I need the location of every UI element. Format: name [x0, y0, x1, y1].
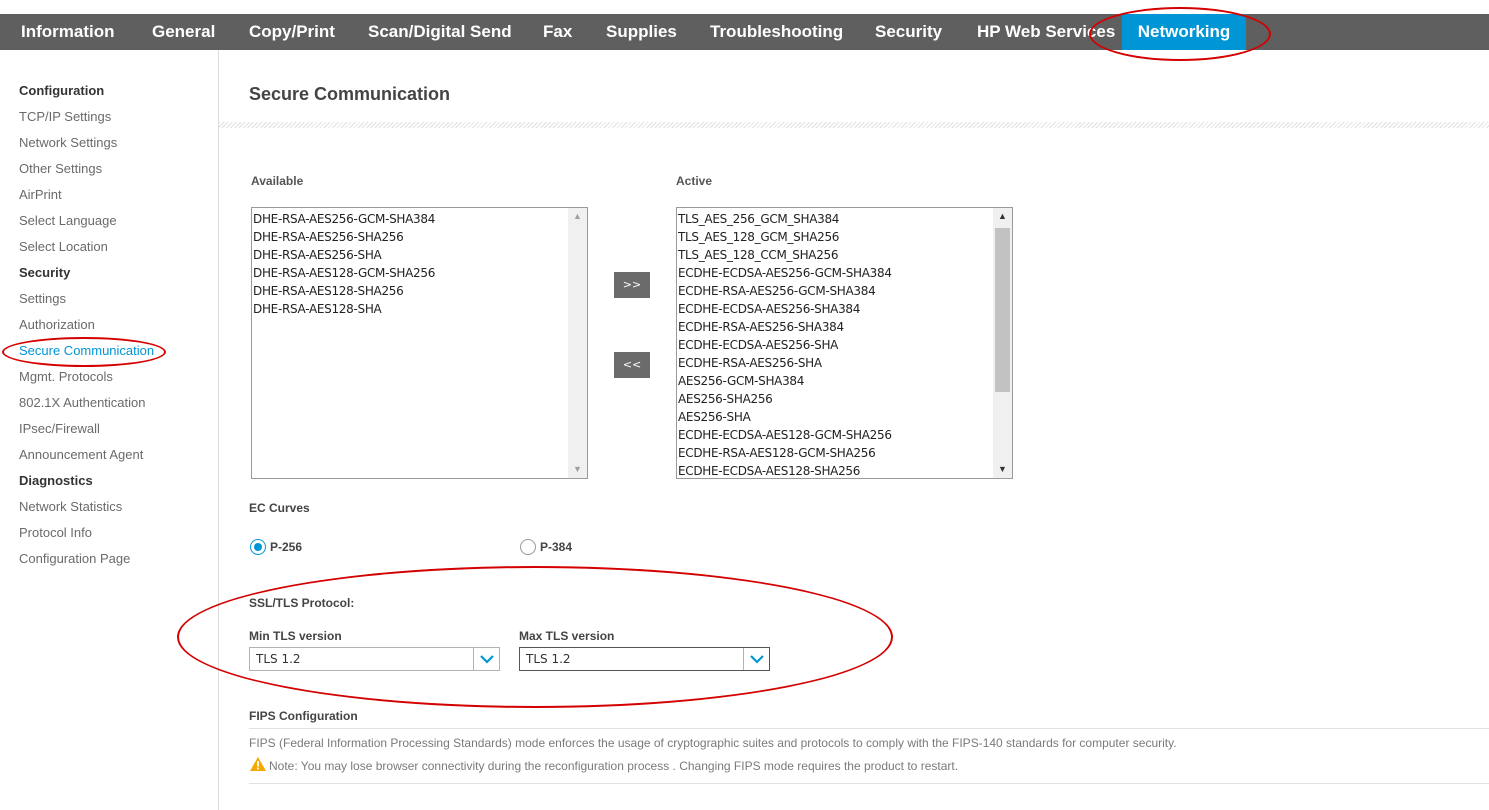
sidebar-item-protocol-info[interactable]: Protocol Info	[19, 525, 92, 540]
cipher-option[interactable]: TLS_AES_128_GCM_SHA256	[678, 228, 992, 246]
tab-information[interactable]: Information	[21, 14, 115, 50]
top-nav: Information General Copy/Print Scan/Digi…	[0, 14, 1489, 50]
cipher-option[interactable]: DHE-RSA-AES256-GCM-SHA384	[253, 210, 567, 228]
sidebar-heading-diagnostics: Diagnostics	[19, 473, 93, 488]
sidebar-item-configuration-page[interactable]: Configuration Page	[19, 551, 130, 566]
add-cipher-button[interactable]: >>	[614, 272, 650, 298]
cipher-option[interactable]: AES256-GCM-SHA384	[678, 372, 992, 390]
cipher-option[interactable]: ECDHE-ECDSA-AES256-SHA384	[678, 300, 992, 318]
chevron-down-icon[interactable]	[743, 648, 769, 670]
radio-p384-label: P-384	[540, 540, 573, 554]
tab-scan-digital-send[interactable]: Scan/Digital Send	[368, 14, 512, 50]
tab-security[interactable]: Security	[875, 14, 942, 50]
radio-p256[interactable]: P-256	[250, 539, 302, 555]
cipher-option[interactable]: TLS_AES_256_GCM_SHA384	[678, 210, 992, 228]
scroll-up-icon[interactable]: ▲	[993, 208, 1012, 225]
available-label: Available	[251, 174, 304, 188]
active-scrollbar[interactable]: ▲ ▼	[993, 208, 1012, 478]
warning-triangle-icon	[249, 756, 267, 777]
available-scrollbar[interactable]: ▲ ▼	[568, 208, 587, 478]
sidebar-item-authorization[interactable]: Authorization	[19, 317, 95, 332]
sidebar-item-airprint[interactable]: AirPrint	[19, 187, 62, 202]
sidebar-item-announcement-agent[interactable]: Announcement Agent	[19, 447, 143, 462]
title-divider	[219, 122, 1489, 128]
remove-cipher-button[interactable]: <<	[614, 352, 650, 378]
sidebar-item-network-statistics[interactable]: Network Statistics	[19, 499, 122, 514]
tab-fax[interactable]: Fax	[543, 14, 572, 50]
cipher-option[interactable]: DHE-RSA-AES256-SHA256	[253, 228, 567, 246]
cipher-option[interactable]: DHE-RSA-AES128-SHA256	[253, 282, 567, 300]
scroll-down-icon[interactable]: ▼	[993, 461, 1012, 478]
sidebar-item-ipsec-firewall[interactable]: IPsec/Firewall	[19, 421, 100, 436]
available-ciphers-list[interactable]: DHE-RSA-AES256-GCM-SHA384 DHE-RSA-AES256-…	[251, 207, 588, 479]
available-ciphers-options: DHE-RSA-AES256-GCM-SHA384 DHE-RSA-AES256-…	[253, 210, 567, 318]
cipher-option[interactable]: ECDHE-RSA-AES256-GCM-SHA384	[678, 282, 992, 300]
active-ciphers-list[interactable]: TLS_AES_256_GCM_SHA384 TLS_AES_128_GCM_SH…	[676, 207, 1013, 479]
sidebar-item-8021x-authentication[interactable]: 802.1X Authentication	[19, 395, 146, 410]
tab-copy-print[interactable]: Copy/Print	[249, 14, 335, 50]
cipher-option[interactable]: DHE-RSA-AES128-GCM-SHA256	[253, 264, 567, 282]
sidebar-item-network-settings[interactable]: Network Settings	[19, 135, 117, 150]
radio-p256-label: P-256	[270, 540, 303, 554]
sidebar-item-mgmt-protocols[interactable]: Mgmt. Protocols	[19, 369, 113, 384]
cipher-option[interactable]: AES256-SHA256	[678, 390, 992, 408]
cipher-option[interactable]: ECDHE-ECDSA-AES128-GCM-SHA256	[678, 426, 992, 444]
page-title: Secure Communication	[249, 84, 451, 104]
active-ciphers-options: TLS_AES_256_GCM_SHA384 TLS_AES_128_GCM_SH…	[678, 210, 992, 478]
cipher-option[interactable]: ECDHE-RSA-AES256-SHA	[678, 354, 992, 372]
cipher-option[interactable]: AES256-SHA	[678, 408, 992, 426]
scroll-down-icon[interactable]: ▼	[568, 461, 587, 478]
fips-warning: Note: You may lose browser connectivity …	[249, 756, 959, 777]
max-tls-select[interactable]: TLS 1.2	[519, 647, 770, 671]
ssl-tls-protocol-label: SSL/TLS Protocol:	[249, 596, 355, 610]
fips-divider	[249, 728, 1489, 729]
tab-supplies[interactable]: Supplies	[606, 14, 677, 50]
radio-p384[interactable]: P-384	[520, 539, 572, 555]
ec-curves-label: EC Curves	[249, 501, 310, 515]
sidebar-item-secure-communication[interactable]: Secure Communication	[19, 343, 154, 358]
max-tls-value: TLS 1.2	[526, 652, 571, 666]
sidebar-item-tcpip-settings[interactable]: TCP/IP Settings	[19, 109, 111, 124]
bottom-divider	[249, 783, 1489, 784]
cipher-option[interactable]: ECDHE-RSA-AES128-GCM-SHA256	[678, 444, 992, 462]
cipher-option[interactable]: ECDHE-ECDSA-AES256-GCM-SHA384	[678, 264, 992, 282]
min-tls-value: TLS 1.2	[256, 652, 301, 666]
tab-networking[interactable]: Networking	[1122, 14, 1246, 50]
min-tls-select[interactable]: TLS 1.2	[249, 647, 500, 671]
scroll-thumb[interactable]	[995, 228, 1010, 392]
cipher-option[interactable]: DHE-RSA-AES256-SHA	[253, 246, 567, 264]
fips-note: Note: You may lose browser connectivity …	[269, 759, 959, 773]
tab-general[interactable]: General	[152, 14, 215, 50]
cipher-option[interactable]: TLS_AES_128_CCM_SHA256	[678, 246, 992, 264]
cipher-option[interactable]: ECDHE-RSA-AES256-SHA384	[678, 318, 992, 336]
fips-description: FIPS (Federal Information Processing Sta…	[249, 736, 1177, 750]
tab-troubleshooting[interactable]: Troubleshooting	[710, 14, 843, 50]
tab-hp-web-services[interactable]: HP Web Services	[977, 14, 1115, 50]
sidebar-item-other-settings[interactable]: Other Settings	[19, 161, 102, 176]
sidebar-item-settings[interactable]: Settings	[19, 291, 66, 306]
cipher-option[interactable]: ECDHE-ECDSA-AES256-SHA	[678, 336, 992, 354]
cipher-option[interactable]: DHE-RSA-AES128-SHA	[253, 300, 567, 318]
min-tls-label: Min TLS version	[249, 629, 342, 643]
chevron-down-icon[interactable]	[473, 648, 499, 670]
max-tls-label: Max TLS version	[519, 629, 615, 643]
sidebar-heading-security: Security	[19, 265, 71, 280]
radio-button[interactable]	[250, 539, 266, 555]
fips-heading: FIPS Configuration	[249, 709, 358, 723]
radio-button[interactable]	[520, 539, 536, 555]
sidebar-item-select-location[interactable]: Select Location	[19, 239, 108, 254]
active-label: Active	[676, 174, 713, 188]
sidebar-item-select-language[interactable]: Select Language	[19, 213, 117, 228]
scroll-up-icon[interactable]: ▲	[568, 208, 587, 225]
sidebar-heading-configuration: Configuration	[19, 83, 105, 98]
cipher-option[interactable]: ECDHE-ECDSA-AES128-SHA256	[678, 462, 992, 478]
